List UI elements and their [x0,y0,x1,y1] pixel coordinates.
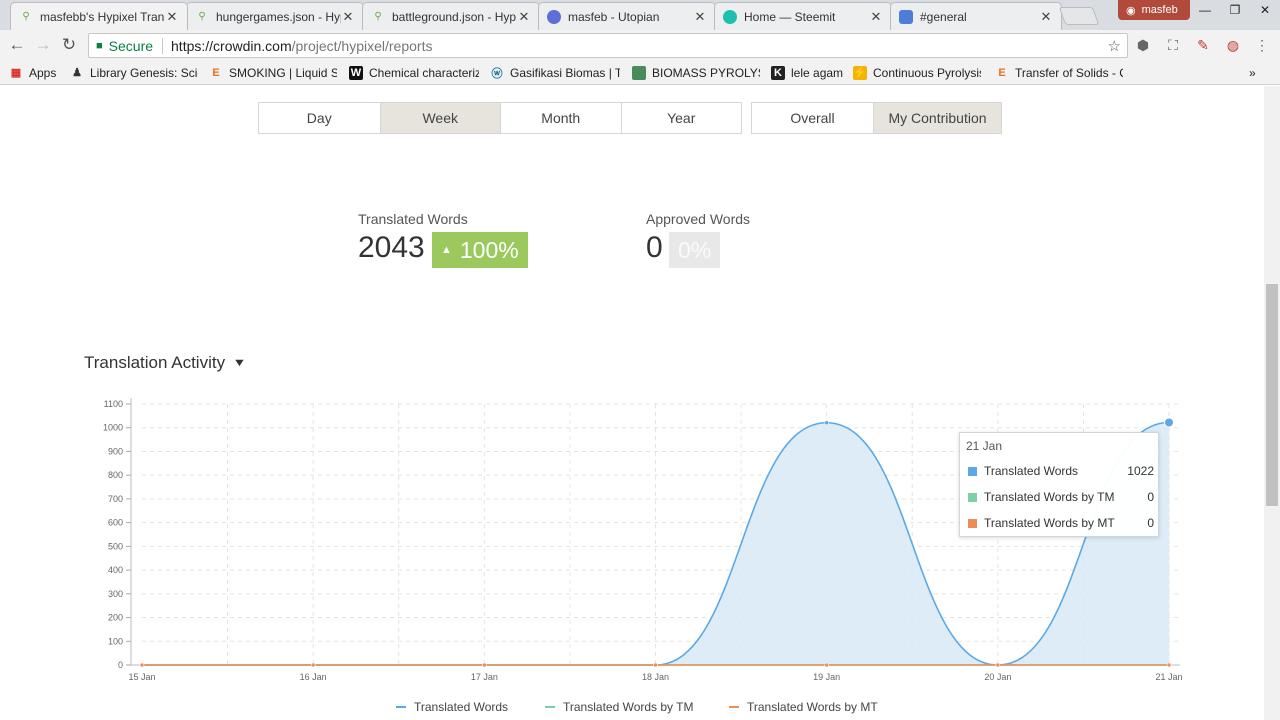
x-tick-label: 20 Jan [984,672,1011,682]
legend-tm[interactable]: Translated Words by TM [545,700,694,714]
close-icon[interactable]: ✕ [165,9,179,25]
tooltip-series-name: Translated Words by MT [984,516,1115,530]
legend-label: Translated Words by MT [747,700,878,714]
x-tick-label: 19 Jan [813,672,840,682]
tooltip-row: Translated Words by TM 0 [968,490,1154,504]
tab-hypixel-translation[interactable]: ⚲ masfebb's Hypixel Trans ✕ [10,2,188,30]
y-tick-label: 400 [108,565,123,575]
legend-line [396,706,406,708]
legend-label: Translated Words by TM [563,700,694,714]
legend-translated[interactable]: Translated Words [396,700,508,714]
tooltip-date: 21 Jan [966,439,1003,453]
crowdin-icon: ⚲ [22,11,30,22]
y-tick-label: 900 [108,446,123,456]
tooltip-row: Translated Words by MT 0 [968,516,1154,530]
tab-title: masfebb's Hypixel Trans [40,9,165,24]
tooltip-series-name: Translated Words by TM [984,490,1115,504]
legend-label: Translated Words [414,700,509,714]
y-tick-label: 200 [108,613,123,623]
scrollbar-thumb[interactable] [1266,284,1278,506]
x-tick-label: 21 Jan [1155,672,1182,682]
tooltip-series-value: 0 [1147,516,1154,530]
swatch-tm [968,492,977,502]
y-tick-label: 1000 [103,423,123,433]
data-point [482,662,487,668]
data-point [139,662,145,668]
page-scrollbar[interactable] [1264,86,1280,720]
legend-line [545,706,555,708]
translation-activity-chart: 0 100 200 300 400 500 600 700 800 900 1000 1100 15 J… [103,398,1183,682]
chart-tooltip: 21 Jan Translated Words 1022 Translated … [959,432,1159,537]
x-tick-label: 18 Jan [642,672,669,682]
swatch-mt [968,518,977,528]
legend-mt[interactable]: Translated Words by MT [729,700,878,714]
x-tick-label: 16 Jan [300,672,327,682]
y-tick-label: 300 [108,589,123,599]
x-tick-label: 15 Jan [128,672,155,682]
data-point [1166,662,1172,668]
tooltip-series-value: 1022 [1127,464,1154,478]
tooltip-series-name: Translated Words [984,464,1079,478]
y-tick-label: 500 [108,541,123,551]
data-point [824,662,829,668]
y-tick-label: 700 [108,494,123,504]
y-tick-label: 1100 [104,399,123,409]
swatch-translated [968,466,977,476]
data-point [995,662,1001,668]
data-point [824,420,829,425]
data-point [1164,417,1174,428]
data-point [310,662,316,668]
data-point [653,662,658,668]
tooltip-row: Translated Words 1022 [968,464,1154,478]
y-tick-label: 600 [108,518,123,528]
y-tick-label: 800 [108,470,123,480]
tooltip-series-value: 0 [1147,490,1154,504]
y-tick-label: 0 [118,660,123,670]
x-tick-label: 17 Jan [471,672,498,682]
y-tick-label: 100 [108,636,123,646]
legend-line [729,706,739,708]
